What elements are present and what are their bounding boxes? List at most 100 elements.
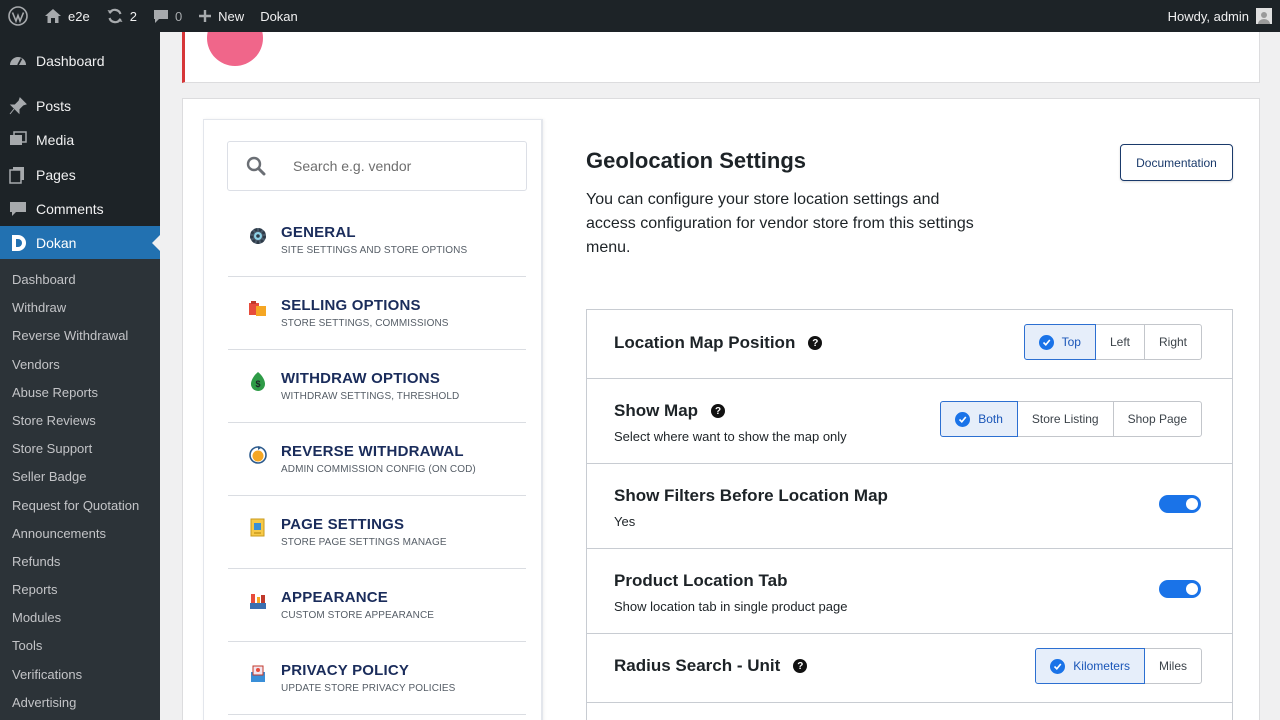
reverse-coin-icon xyxy=(244,443,272,467)
documentation-button[interactable]: Documentation xyxy=(1120,144,1233,181)
pages-icon xyxy=(8,165,28,185)
submenu-dashboard[interactable]: Dashboard xyxy=(0,266,160,294)
nav-item-withdraw-options[interactable]: $ WITHDRAW OPTIONS WITHDRAW SETTINGS, TH… xyxy=(228,350,526,423)
plus-icon xyxy=(198,9,212,23)
admin-bar: e2e 2 0 New Dokan Howdy, admin xyxy=(0,0,1280,32)
field-label-text: Show Filters Before Location Map xyxy=(614,486,888,505)
site-name-link[interactable]: e2e xyxy=(36,0,98,32)
submenu-reports[interactable]: Reports xyxy=(0,576,160,604)
option-label: Miles xyxy=(1158,659,1187,673)
dokan-link[interactable]: Dokan xyxy=(252,0,306,32)
field-label-text: Radius Search - Unit xyxy=(614,656,781,675)
svg-text:$: $ xyxy=(255,379,260,389)
nav-item-selling-options[interactable]: SELLING OPTIONS STORE SETTINGS, COMMISSI… xyxy=(228,277,526,350)
nav-item-reverse-withdrawal[interactable]: REVERSE WITHDRAWAL ADMIN COMMISSION CONF… xyxy=(228,423,526,496)
comments-count: 0 xyxy=(174,8,183,24)
menu-dokan[interactable]: Dokan xyxy=(0,226,160,260)
nav-item-privacy-policy[interactable]: PRIVACY POLICY UPDATE STORE PRIVACY POLI… xyxy=(228,642,526,715)
privacy-icon xyxy=(244,662,272,686)
nav-item-general[interactable]: GENERAL SITE SETTINGS AND STORE OPTIONS xyxy=(228,204,526,277)
dokan-submenu: Dashboard Withdraw Reverse Withdrawal Ve… xyxy=(0,259,160,720)
menu-comments[interactable]: Comments xyxy=(0,192,160,226)
search-input[interactable] xyxy=(284,158,514,174)
gear-icon xyxy=(244,224,272,248)
option-both[interactable]: Both xyxy=(940,401,1018,437)
option-label: Shop Page xyxy=(1127,412,1187,426)
check-icon xyxy=(955,411,971,427)
menu-dashboard[interactable]: Dashboard xyxy=(0,44,160,78)
field-label: Location Map Position ? xyxy=(614,333,823,353)
option-right[interactable]: Right xyxy=(1143,324,1202,360)
option-top[interactable]: Top xyxy=(1023,324,1096,360)
toggle-knob xyxy=(1186,583,1198,595)
howdy-text: Howdy, admin xyxy=(1167,8,1249,24)
menu-posts[interactable]: Posts xyxy=(0,89,160,123)
option-label: Both xyxy=(978,412,1003,426)
pin-icon xyxy=(8,96,28,116)
nav-text: SELLING OPTIONS STORE SETTINGS, COMMISSI… xyxy=(281,297,449,329)
submenu-modules[interactable]: Modules xyxy=(0,604,160,632)
menu-label: Comments xyxy=(36,201,104,217)
submenu-seller-badge[interactable]: Seller Badge xyxy=(0,463,160,491)
help-icon[interactable]: ? xyxy=(808,336,823,350)
nav-title: GENERAL xyxy=(281,224,356,241)
field-label: Product Location Tab xyxy=(614,571,787,591)
nav-text: APPEARANCE CUSTOM STORE APPEARANCE xyxy=(281,589,434,621)
menu-label: Dashboard xyxy=(36,53,105,69)
option-miles[interactable]: Miles xyxy=(1143,648,1202,684)
submenu-tools[interactable]: Tools xyxy=(0,632,160,660)
submenu-refunds[interactable]: Refunds xyxy=(0,548,160,576)
new-label: New xyxy=(218,8,245,24)
site-name: e2e xyxy=(68,8,90,24)
option-shop-page[interactable]: Shop Page xyxy=(1112,401,1202,437)
submenu-withdraw[interactable]: Withdraw xyxy=(0,294,160,322)
field-next xyxy=(587,703,1232,720)
submenu-vendors[interactable]: Vendors xyxy=(0,351,160,379)
option-label: Kilometers xyxy=(1073,659,1130,673)
comment-icon xyxy=(153,8,169,24)
nav-item-appearance[interactable]: APPEARANCE CUSTOM STORE APPEARANCE xyxy=(228,569,526,642)
nav-title: PAGE SETTINGS xyxy=(281,516,405,533)
menu-media[interactable]: Media xyxy=(0,123,160,157)
nav-title: WITHDRAW OPTIONS xyxy=(281,370,441,387)
admin-sidebar: Dashboard Posts Media Pages Comments Dok… xyxy=(0,32,160,720)
submenu-verifications[interactable]: Verifications xyxy=(0,661,160,689)
account-menu[interactable]: Howdy, admin xyxy=(1160,0,1280,32)
product-location-tab-toggle[interactable] xyxy=(1159,580,1201,598)
submenu-request-for-quotation[interactable]: Request for Quotation xyxy=(0,492,160,520)
search-icon xyxy=(228,156,284,176)
option-left[interactable]: Left xyxy=(1094,324,1145,360)
submenu-advertising[interactable]: Advertising xyxy=(0,689,160,717)
submenu-announcements[interactable]: Announcements xyxy=(0,520,160,548)
option-kilometers[interactable]: Kilometers xyxy=(1035,648,1145,684)
field-label: Show Map ? xyxy=(614,401,726,421)
option-store-listing[interactable]: Store Listing xyxy=(1016,401,1114,437)
new-content-link[interactable]: New xyxy=(190,0,252,32)
comments-link[interactable]: 0 xyxy=(145,0,190,32)
updates-link[interactable]: 2 xyxy=(98,0,145,32)
avatar xyxy=(1256,8,1272,24)
field-show-filters: Show Filters Before Location Map Yes xyxy=(587,464,1232,549)
media-icon xyxy=(8,130,28,150)
updates-icon xyxy=(106,7,124,25)
submenu-store-reviews[interactable]: Store Reviews xyxy=(0,407,160,435)
nav-title: REVERSE WITHDRAWAL xyxy=(281,443,464,460)
help-icon[interactable]: ? xyxy=(793,659,808,673)
nav-item-page-settings[interactable]: PAGE SETTINGS STORE PAGE SETTINGS MANAGE xyxy=(228,496,526,569)
submenu-store-support[interactable]: Store Support xyxy=(0,435,160,463)
field-description: Select where want to show the map only xyxy=(614,429,847,444)
page-icon xyxy=(244,516,272,540)
option-label: Right xyxy=(1158,335,1187,349)
wordpress-logo-icon[interactable] xyxy=(0,0,36,32)
show-filters-toggle[interactable] xyxy=(1159,495,1201,513)
menu-pages[interactable]: Pages xyxy=(0,158,160,192)
submenu-reverse-withdrawal[interactable]: Reverse Withdrawal xyxy=(0,322,160,350)
nav-title: SELLING OPTIONS xyxy=(281,297,421,314)
help-icon[interactable]: ? xyxy=(711,404,726,418)
money-icon: $ xyxy=(244,370,272,394)
home-icon xyxy=(44,8,62,24)
submenu-abuse-reports[interactable]: Abuse Reports xyxy=(0,379,160,407)
page-description: You can configure your store location se… xyxy=(586,191,974,256)
shopping-icon xyxy=(244,297,272,321)
field-product-location-tab: Product Location Tab Show location tab i… xyxy=(587,549,1232,634)
